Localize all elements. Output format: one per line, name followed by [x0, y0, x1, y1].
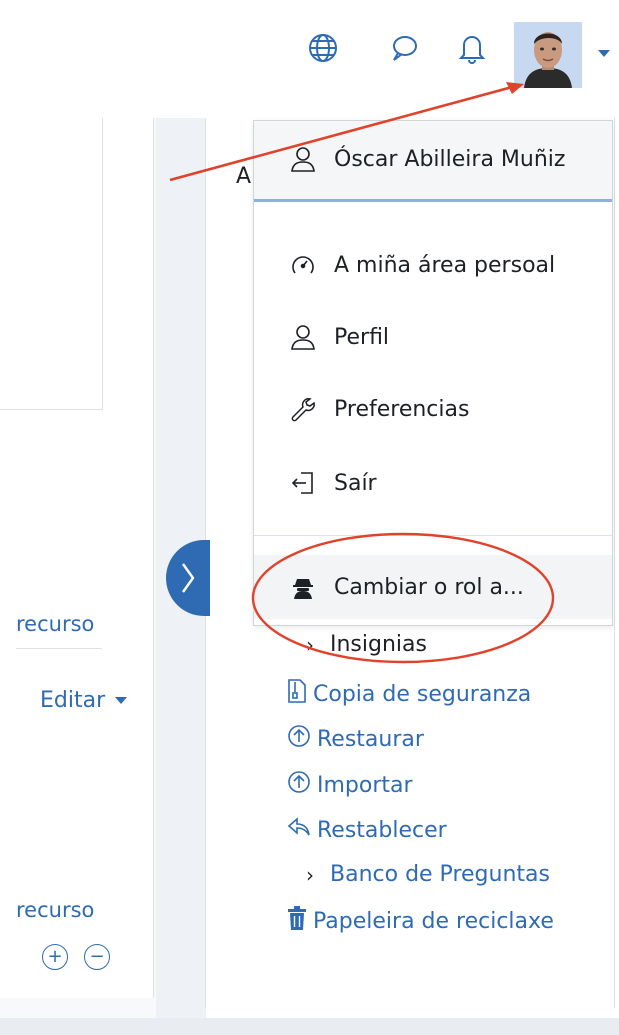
- user-icon: [290, 145, 316, 177]
- menu-item-label: A miña área persoal: [334, 252, 556, 278]
- activity-link[interactable]: recurso: [16, 898, 94, 922]
- activity-link[interactable]: recurso: [16, 612, 94, 636]
- content-box: [0, 118, 103, 410]
- chevron-right-icon: ›: [306, 632, 314, 657]
- admin-link-backup[interactable]: Copia de seguranza: [287, 678, 531, 710]
- user-name: Óscar Abilleira Muñiz: [334, 147, 566, 172]
- admin-link-recycle-bin[interactable]: Papeleira de reciclaxe: [287, 906, 554, 936]
- admin-link-label: Insignias: [330, 632, 427, 657]
- bell-icon[interactable]: [454, 28, 490, 68]
- gauge-icon: [290, 252, 316, 278]
- edit-label: Editar: [40, 688, 106, 713]
- admin-link-reset[interactable]: Restablecer: [287, 816, 447, 844]
- chat-bubble-icon[interactable]: [386, 28, 422, 68]
- admin-link-import[interactable]: Importar: [287, 770, 413, 800]
- upload-circle-icon: [287, 724, 311, 754]
- wrench-icon: [290, 396, 316, 422]
- menu-user-header[interactable]: Óscar Abilleira Muñiz: [254, 121, 612, 201]
- top-navbar: [0, 0, 619, 118]
- menu-item-label: Cambiar o rol a...: [334, 574, 524, 600]
- user-dropdown-menu: Óscar Abilleira Muñiz A miña área persoa…: [253, 120, 613, 626]
- menu-item-label: Preferencias: [334, 396, 470, 422]
- chevron-right-icon: [182, 563, 195, 593]
- menu-item-profile[interactable]: Perfil: [254, 305, 612, 369]
- page-footer-strip: [0, 1018, 619, 1035]
- reply-icon: [287, 816, 311, 844]
- user-secret-icon: [290, 574, 316, 600]
- sign-out-icon: [290, 470, 316, 496]
- admin-link-label: Banco de Preguntas: [330, 862, 550, 887]
- admin-link-restore[interactable]: Restaurar: [287, 724, 424, 754]
- file-archive-icon: [287, 678, 307, 710]
- globe-icon[interactable]: [305, 28, 341, 68]
- admin-link-label: Importar: [317, 772, 413, 798]
- admin-link-label: Restaurar: [317, 726, 424, 752]
- admin-link-label: Copia de seguranza: [313, 681, 532, 707]
- caret-down-icon[interactable]: [598, 50, 610, 57]
- menu-item-switch-role[interactable]: Cambiar o rol a...: [254, 555, 612, 619]
- chevron-right-icon: ›: [306, 862, 314, 887]
- menu-item-dashboard[interactable]: A miña área persoal: [254, 233, 612, 297]
- menu-item-preferences[interactable]: Preferencias: [254, 377, 612, 441]
- divider: [16, 648, 102, 649]
- minus-circle-icon[interactable]: −: [84, 944, 110, 970]
- menu-divider: [254, 535, 612, 536]
- menu-item-label: Saír: [334, 470, 377, 496]
- admin-link-question-bank[interactable]: › Banco de Preguntas: [306, 862, 550, 887]
- trash-icon: [287, 906, 307, 936]
- edit-menu-button[interactable]: Editar: [40, 688, 128, 713]
- upload-circle-icon: [287, 770, 311, 800]
- drawer-heading: A: [236, 164, 252, 189]
- caret-down-icon: [115, 697, 128, 704]
- user-avatar[interactable]: [514, 22, 582, 88]
- plus-circle-icon[interactable]: +: [42, 944, 68, 970]
- menu-header-underline: [254, 199, 612, 202]
- admin-link-badges[interactable]: › Insignias: [306, 632, 427, 657]
- admin-link-label: Papeleira de reciclaxe: [313, 908, 554, 934]
- admin-link-label: Restablecer: [317, 817, 447, 843]
- user-icon: [290, 324, 316, 350]
- menu-item-label: Perfil: [334, 324, 390, 350]
- menu-item-logout[interactable]: Saír: [254, 451, 612, 515]
